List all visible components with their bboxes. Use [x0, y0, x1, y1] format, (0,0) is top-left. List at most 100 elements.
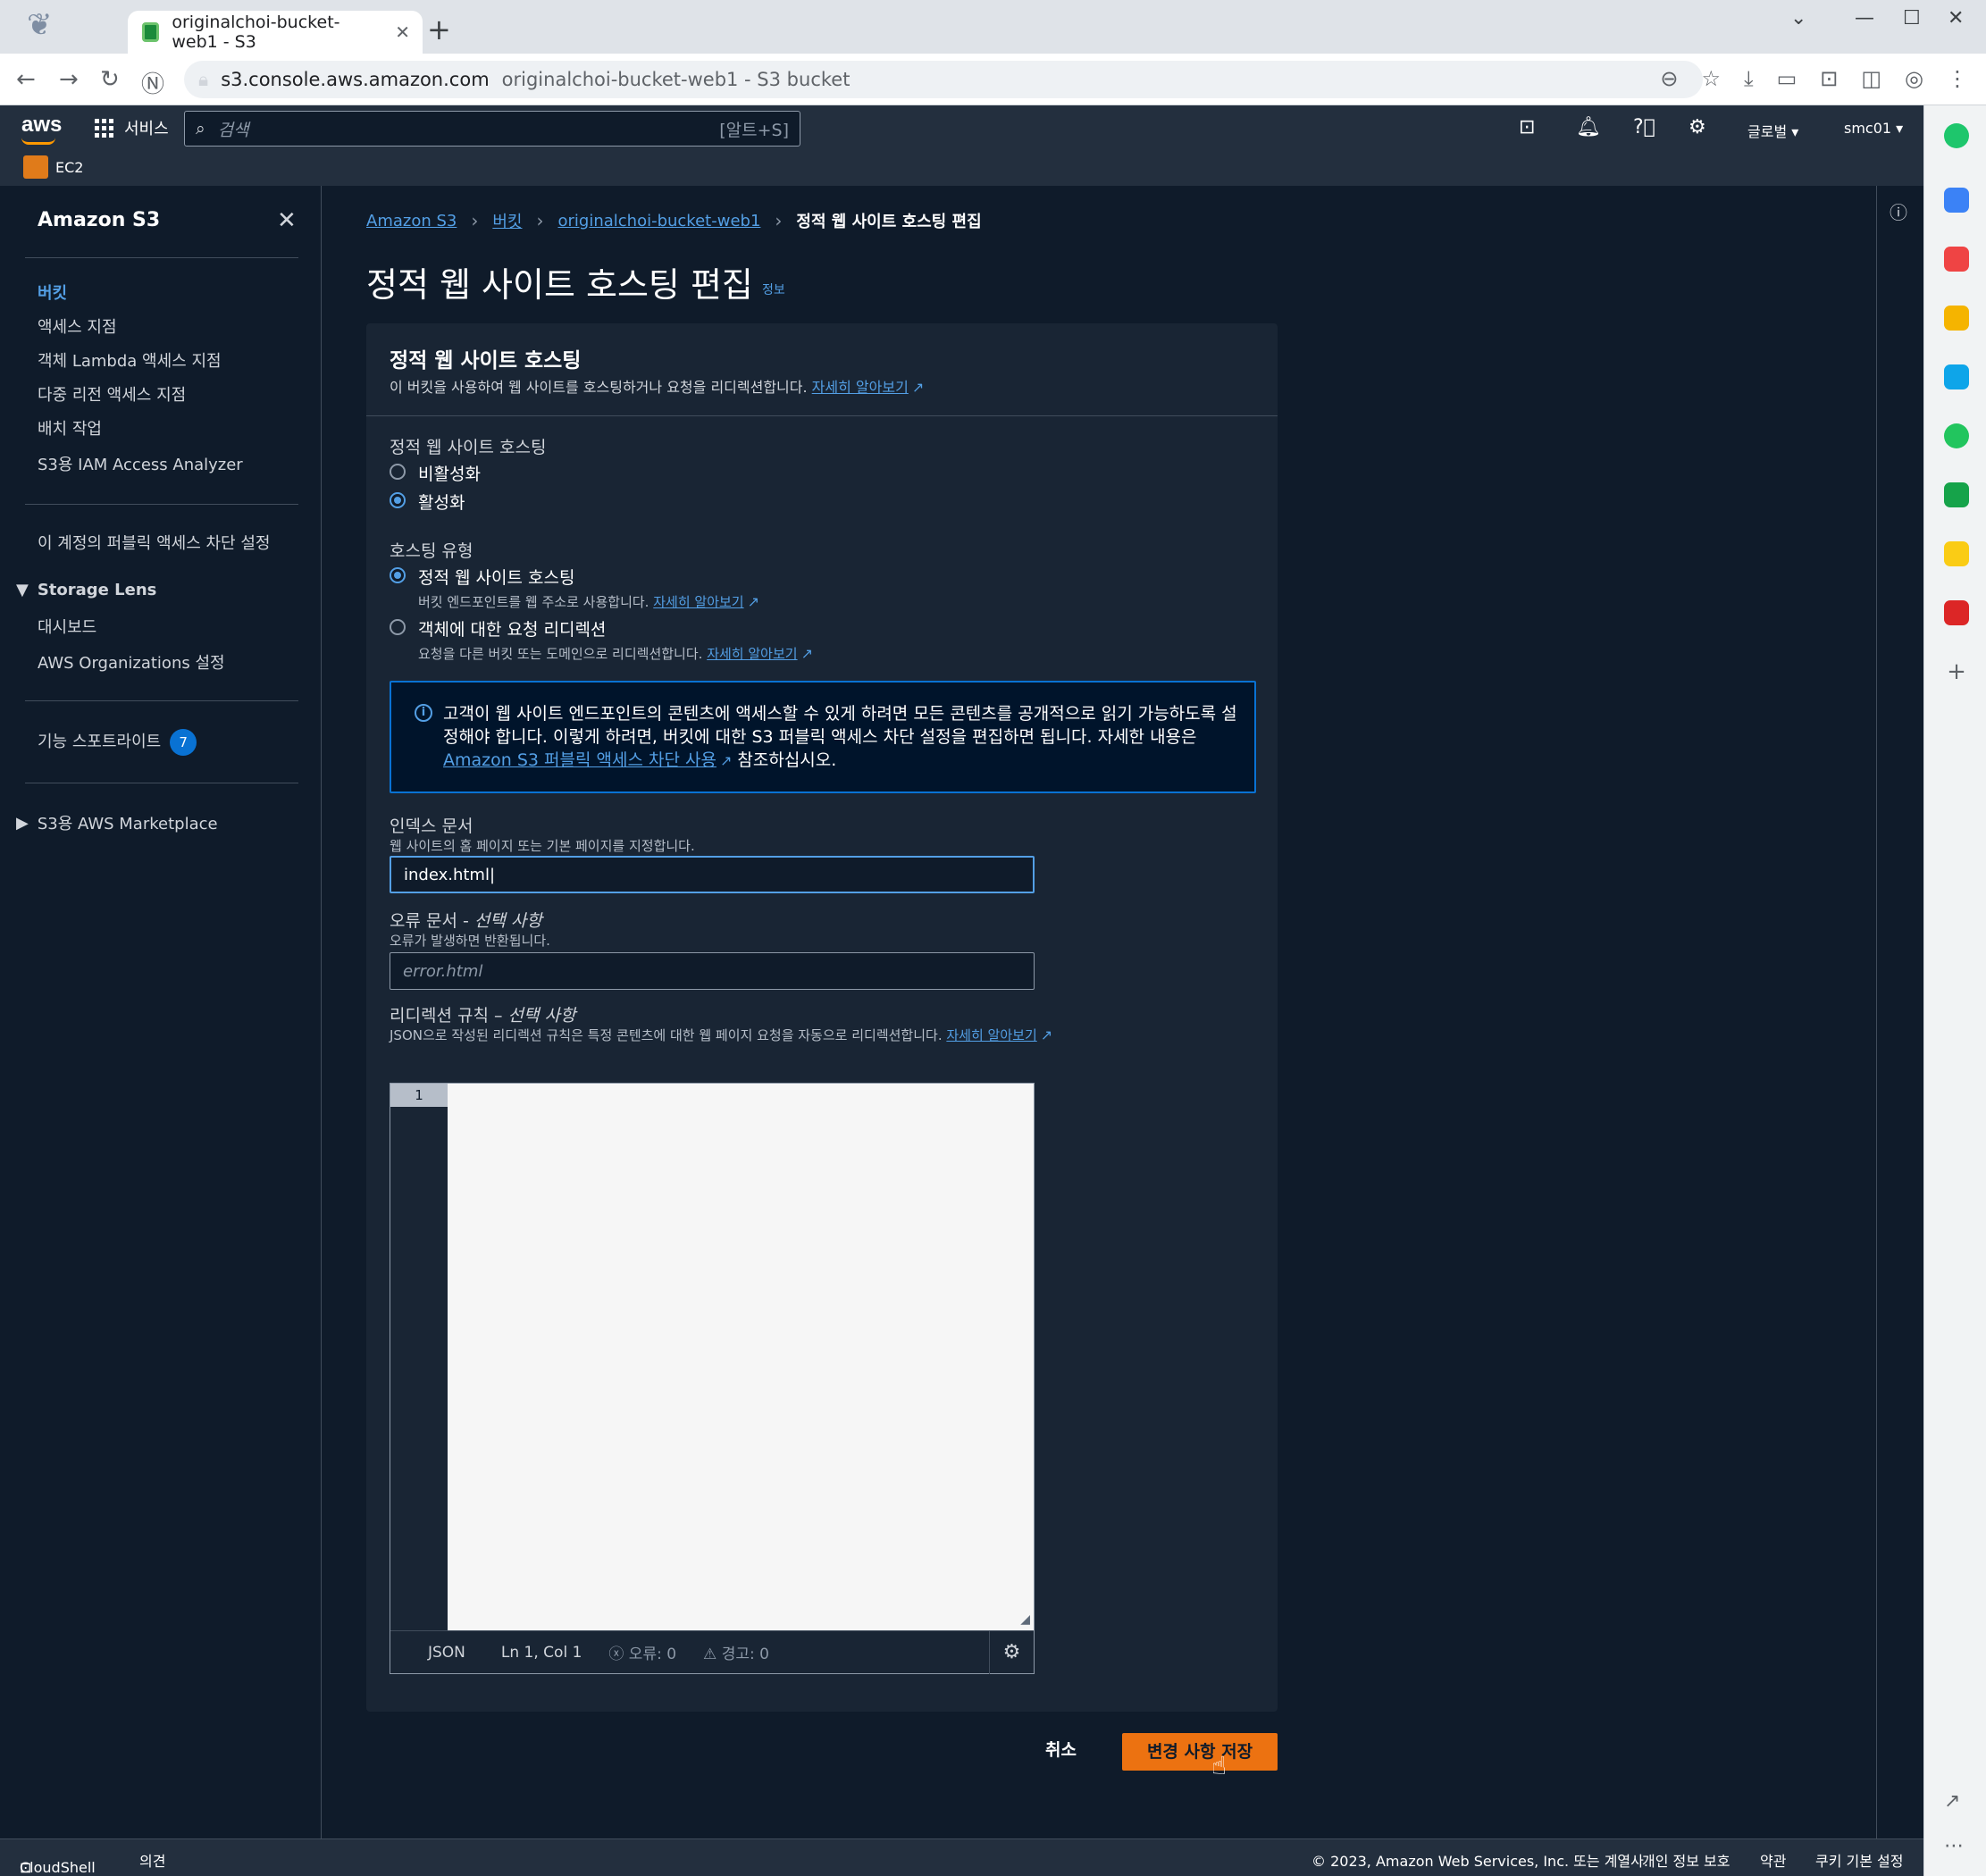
radio-disable-label: 비활성화 [418, 465, 481, 484]
settings-icon[interactable]: ⚙ [1689, 116, 1706, 138]
pocket-icon[interactable] [1944, 247, 1969, 272]
tab-close-icon[interactable]: ✕ [395, 21, 410, 43]
radio-disable[interactable]: 비활성화 [390, 461, 481, 485]
nav-item-buckets[interactable]: 버킷 [38, 281, 67, 304]
nav-item-dashboard[interactable]: 대시보드 [38, 615, 96, 638]
cookie-preferences-link[interactable]: 쿠키 기본 설정 [1815, 1849, 1904, 1871]
memo-icon[interactable] [1944, 541, 1969, 566]
back-icon[interactable]: ← [16, 66, 36, 93]
download-icon[interactable]: ⤓ [1744, 66, 1754, 91]
search-input[interactable]: ⌕ 검색 [알트+S] [184, 111, 800, 147]
minimize-icon[interactable]: — [1855, 7, 1874, 29]
feedback-link[interactable]: 의견 [139, 1849, 165, 1871]
radio-enable[interactable]: 활성화 [390, 490, 465, 514]
external-open-icon[interactable]: ↗ [1944, 1790, 1969, 1815]
nav-section-storage-lens[interactable]: ▼ Storage Lens [16, 581, 156, 599]
whale-green-icon[interactable] [1944, 123, 1969, 148]
resize-handle-icon[interactable]: ◢ [1020, 1612, 1030, 1627]
breadcrumb-buckets[interactable]: 버킷 [492, 209, 522, 232]
webtoon-icon[interactable] [1944, 482, 1969, 507]
notifications-icon[interactable]: 🔔︎ [1576, 116, 1601, 138]
nav-item-iam-analyzer[interactable]: S3용 IAM Access Analyzer [38, 452, 243, 475]
naver-icon[interactable]: Ⓝ [141, 66, 164, 99]
lock-icon: 🔒︎ [198, 68, 209, 90]
cast-icon[interactable]: ▭ [1777, 66, 1797, 91]
info-link[interactable]: 정보 [762, 281, 785, 298]
breadcrumb-bucket[interactable]: originalchoi-bucket-web1 [557, 212, 760, 230]
radio-static-hosting-circle[interactable] [390, 567, 406, 583]
browser-tab-bar: ❦ originalchoi-bucket-web1 - S3 ✕ + ⌄ — … [0, 0, 1986, 54]
window-close-icon[interactable]: ✕ [1948, 7, 1964, 29]
calendar-icon[interactable] [1944, 188, 1969, 213]
side-more-icon[interactable]: ⋯ [1944, 1835, 1969, 1860]
save-changes-button[interactable]: 변경 사항 저장 [1122, 1733, 1278, 1771]
breadcrumb-amazon-s3[interactable]: Amazon S3 [366, 212, 457, 230]
hand-cursor-icon: ☝ [1211, 1751, 1228, 1780]
learn-more-link[interactable]: 자세히 알아보기 [812, 379, 909, 396]
cloudshell-icon[interactable]: ⊡ [1519, 116, 1535, 138]
reload-icon[interactable]: ↻ [100, 66, 120, 93]
cancel-button[interactable]: 취소 [1045, 1737, 1077, 1761]
now-icon[interactable] [1944, 600, 1969, 625]
cloudshell-label: CloudShell [20, 1859, 96, 1876]
screenshot-icon[interactable]: ⊡ [1820, 66, 1838, 91]
radio-redirect-label: 객체에 대한 요청 리디렉션 [418, 620, 607, 640]
radio-disable-circle[interactable] [390, 464, 406, 480]
aws-logo[interactable]: aws [21, 113, 62, 138]
zoom-icon[interactable]: ⊖ [1660, 66, 1678, 91]
editor-line-number: 1 [390, 1084, 448, 1107]
nav-item-organizations[interactable]: AWS Organizations 설정 [38, 650, 225, 674]
nav-item-object-lambda[interactable]: 객체 Lambda 액세스 지점 [38, 348, 222, 372]
more-menu-icon[interactable]: ⋮ [1947, 66, 1968, 91]
account-menu[interactable]: smc01 ▾ [1844, 120, 1903, 137]
radio-redirect[interactable]: 객체에 대한 요청 리디렉션 요청을 다른 버킷 또는 도메인으로 리디렉션합니… [390, 616, 813, 663]
help-icon[interactable]: ?⃝ [1633, 116, 1655, 138]
block-public-access-link[interactable]: Amazon S3 퍼블릭 액세스 차단 사용 [443, 750, 716, 770]
toolbar-icons: ⊖ ☆ ⤓ ▭ ⊡ ◫ ◎ ⋮ [1660, 66, 1968, 91]
learn-more-link[interactable]: 자세히 알아보기 [707, 646, 797, 662]
services-menu[interactable]: 서비스 [95, 116, 169, 139]
region-menu[interactable]: 글로벌 ▾ [1747, 120, 1798, 141]
editor-text-area[interactable]: ◢ [448, 1084, 1034, 1630]
translate-icon[interactable] [1944, 364, 1969, 389]
favorite-ec2-label: EC2 [55, 158, 84, 176]
terms-link[interactable]: 약관 [1760, 1849, 1786, 1871]
radio-redirect-circle[interactable] [390, 619, 406, 635]
error-doc-input[interactable]: error.html [390, 952, 1035, 990]
browser-tab[interactable]: originalchoi-bucket-web1 - S3 ✕ [128, 11, 423, 54]
editor-settings-icon[interactable]: ⚙ [989, 1631, 1034, 1674]
nav-section-marketplace[interactable]: ▶ S3용 AWS Marketplace [16, 811, 218, 834]
star-app-icon[interactable] [1944, 306, 1969, 331]
nav-close-icon[interactable]: ✕ [277, 207, 297, 234]
radio-static-hosting-label: 정적 웹 사이트 호스팅 [418, 568, 575, 588]
text-caret: | [489, 865, 496, 884]
url-field[interactable]: 🔒︎ s3.console.aws.amazon.com originalcho… [184, 61, 1703, 98]
split-view-icon[interactable]: ◫ [1861, 66, 1881, 91]
play-icon[interactable] [1944, 423, 1969, 448]
nav-item-spotlight[interactable]: 기능 스포트라이트 7 [38, 729, 197, 756]
external-link-icon: ↗ [747, 593, 760, 610]
new-tab-icon[interactable]: + [427, 13, 451, 46]
radio-enable-circle[interactable] [390, 492, 406, 508]
tab-list-icon[interactable]: ⌄ [1790, 7, 1806, 29]
forward-icon[interactable]: → [59, 66, 79, 93]
radio-static-hosting[interactable]: 정적 웹 사이트 호스팅 버킷 엔드포인트를 웹 주소로 사용합니다. 자세히 … [390, 565, 759, 611]
learn-more-link[interactable]: 자세히 알아보기 [653, 594, 743, 610]
profile-icon[interactable]: ◎ [1905, 66, 1923, 91]
info-panel-icon[interactable]: ⓘ [1890, 198, 1907, 224]
nav-item-multi-region[interactable]: 다중 리전 액세스 지점 [38, 382, 186, 406]
learn-more-link[interactable]: 자세히 알아보기 [946, 1027, 1036, 1043]
nav-item-batch-ops[interactable]: 배치 작업 [38, 416, 102, 440]
index-doc-input[interactable]: index.html | [390, 856, 1035, 893]
redirect-rules-editor: 1 ◢ JSON Ln 1, Col 1 ⓧ 오류: 0 ⚠ 경고: 0 ⚙ [390, 1083, 1035, 1674]
favorites-icon[interactable]: ☆ [1701, 66, 1721, 91]
chevron-right-icon: › [471, 210, 479, 231]
privacy-link[interactable]: 개인 정보 보호 [1642, 1849, 1730, 1871]
maximize-icon[interactable]: ☐ [1903, 7, 1921, 29]
nav-item-block-public[interactable]: 이 계정의 퍼블릭 액세스 차단 설정 [38, 531, 270, 554]
nav-divider [25, 504, 298, 505]
add-panel-icon[interactable]: + [1944, 659, 1969, 684]
nav-item-access-points[interactable]: 액세스 지점 [38, 314, 117, 338]
alert-text: 고객이 웹 사이트 엔드포인트의 콘텐츠에 액세스할 수 있게 하려면 모든 콘… [443, 702, 1238, 773]
favorite-ec2[interactable]: EC2 [23, 155, 83, 179]
